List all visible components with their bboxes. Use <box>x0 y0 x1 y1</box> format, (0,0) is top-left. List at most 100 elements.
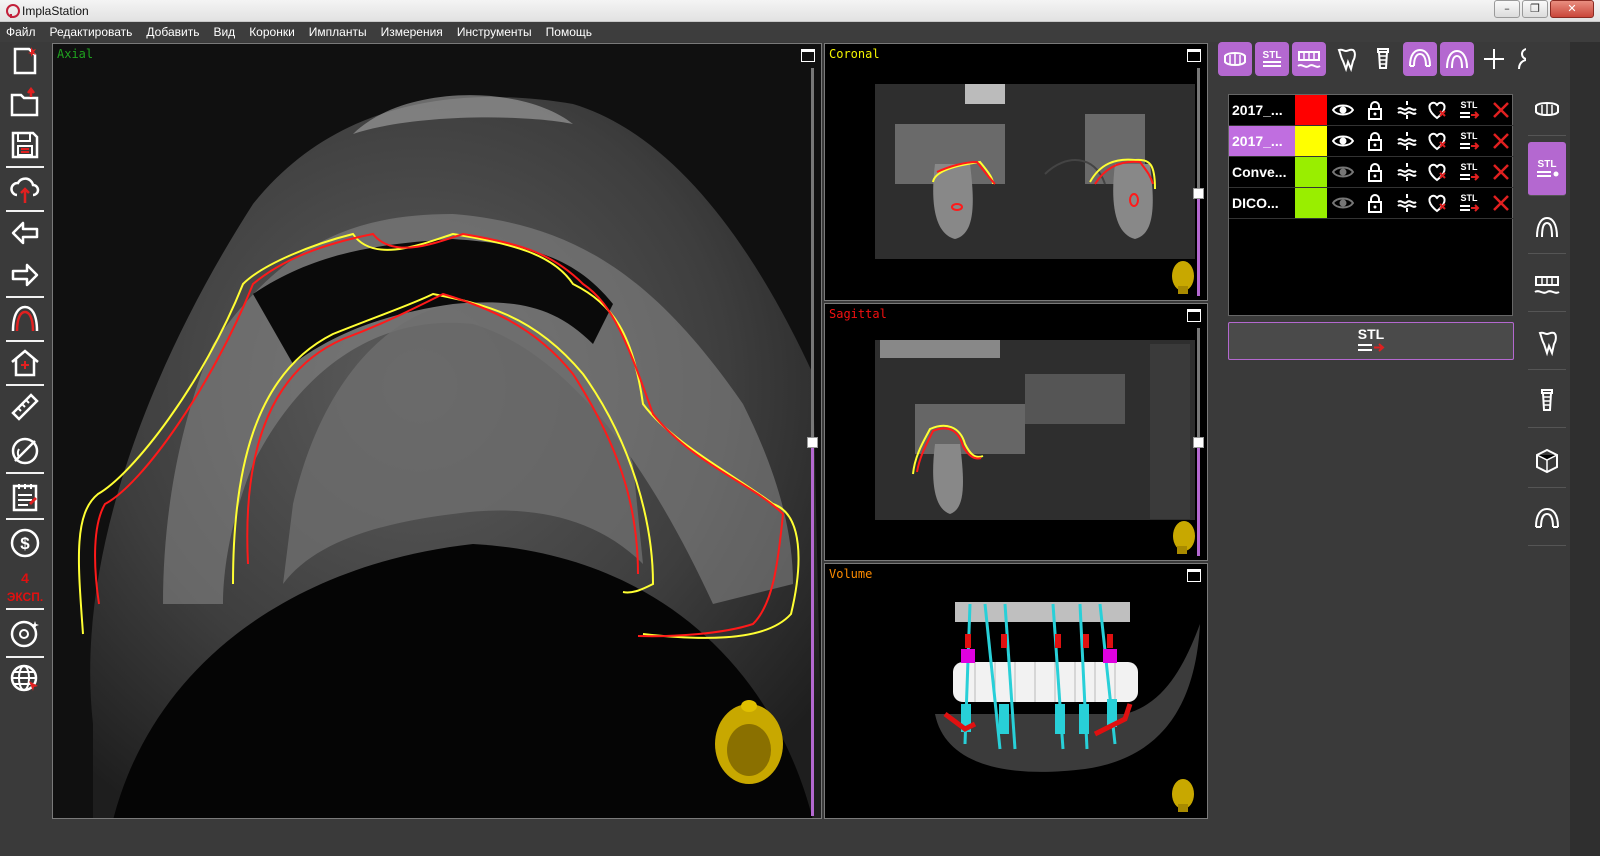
redo-button[interactable] <box>6 256 44 294</box>
visibility-toggle[interactable] <box>1329 190 1357 216</box>
new-project-button[interactable] <box>6 42 44 80</box>
tab-stl-models[interactable]: STL <box>1255 42 1289 76</box>
delete-object-button[interactable] <box>1487 159 1515 185</box>
side-tab-crown[interactable] <box>1528 316 1566 370</box>
export-stl-button[interactable]: STL <box>1455 97 1483 123</box>
arch-icon <box>1446 49 1468 69</box>
undo-button[interactable] <box>6 214 44 252</box>
minimize-button[interactable]: – <box>1494 0 1520 18</box>
coronal-viewport[interactable]: Coronal <box>824 43 1208 301</box>
tab-bite[interactable] <box>1403 42 1437 76</box>
side-tab-stl[interactable]: STL <box>1528 142 1566 196</box>
delete-object-button[interactable] <box>1487 97 1515 123</box>
web-button[interactable] <box>6 660 44 698</box>
lock-toggle[interactable] <box>1361 159 1389 185</box>
reset-view-button[interactable] <box>6 344 44 382</box>
object-row[interactable]: DICO... STL <box>1229 188 1514 219</box>
visibility-toggle[interactable] <box>1329 128 1357 154</box>
surface-settings-button[interactable] <box>1393 97 1421 123</box>
angle-measure-button[interactable] <box>6 432 44 470</box>
disc-export-button[interactable] <box>6 614 44 652</box>
favorite-button[interactable] <box>1423 97 1451 123</box>
menu-file[interactable]: Файл <box>6 25 36 39</box>
menu-view[interactable]: Вид <box>213 25 235 39</box>
globe-icon <box>10 664 38 692</box>
tab-add-object[interactable] <box>1477 42 1511 76</box>
menu-crowns[interactable]: Коронки <box>249 25 295 39</box>
sagittal-maximize-button[interactable] <box>1187 309 1201 322</box>
volume-viewport[interactable]: Volume <box>824 563 1208 819</box>
ruler-button[interactable] <box>6 388 44 426</box>
object-row[interactable]: 2017_... STL <box>1229 126 1514 157</box>
sagittal-slider-handle[interactable] <box>1193 437 1204 448</box>
tab-crowns[interactable] <box>1329 42 1363 76</box>
side-tab-teeth[interactable] <box>1528 82 1566 136</box>
tab-arch[interactable] <box>1440 42 1474 76</box>
cloud-upload-button[interactable] <box>6 170 44 208</box>
lock-toggle[interactable] <box>1361 97 1389 123</box>
sagittal-viewport[interactable]: Sagittal <box>824 303 1208 561</box>
report-button[interactable] <box>6 478 44 516</box>
panoramic-curve-button[interactable] <box>6 300 44 338</box>
export-stl-button[interactable]: STL <box>1455 128 1483 154</box>
delete-object-button[interactable] <box>1487 190 1515 216</box>
menu-add[interactable]: Добавить <box>146 25 199 39</box>
save-project-button[interactable] <box>6 126 44 164</box>
export-label[interactable]: ЭКСП. <box>0 590 50 604</box>
menu-edit[interactable]: Редактировать <box>50 25 133 39</box>
tab-teeth-scan[interactable] <box>1218 42 1252 76</box>
object-color-swatch[interactable] <box>1295 188 1327 218</box>
object-name[interactable]: 2017_... <box>1229 126 1295 156</box>
menu-help[interactable]: Помощь <box>546 25 592 39</box>
axial-slice-slider[interactable] <box>807 68 818 816</box>
export-stl-button[interactable]: STL <box>1455 190 1483 216</box>
close-button[interactable]: ✕ <box>1550 0 1594 18</box>
app-logo-icon <box>5 3 20 18</box>
object-color-swatch[interactable] <box>1295 157 1327 187</box>
object-name[interactable]: DICO... <box>1229 188 1295 218</box>
open-project-button[interactable] <box>6 84 44 122</box>
import-stl-button[interactable]: STL <box>1228 322 1514 360</box>
coronal-slice-slider[interactable] <box>1193 68 1204 296</box>
toolbar-separator <box>6 340 44 342</box>
volume-maximize-button[interactable] <box>1187 569 1201 582</box>
object-color-swatch[interactable] <box>1295 126 1327 156</box>
axial-maximize-button[interactable] <box>801 49 815 62</box>
app-window: ImplaStation – ❐ ✕ Файл Редактировать До… <box>0 0 1600 856</box>
visibility-toggle[interactable] <box>1329 97 1357 123</box>
favorite-button[interactable] <box>1423 190 1451 216</box>
axial-slider-handle[interactable] <box>807 437 818 448</box>
axial-view-label: Axial <box>57 47 94 61</box>
surface-settings-button[interactable] <box>1393 159 1421 185</box>
object-name[interactable]: 2017_... <box>1229 95 1295 125</box>
surface-settings-button[interactable] <box>1393 128 1421 154</box>
axial-viewport[interactable]: Axial <box>52 43 822 819</box>
side-tab-gum[interactable] <box>1528 258 1566 312</box>
side-tab-bite[interactable] <box>1528 492 1566 546</box>
menu-implants[interactable]: Импланты <box>309 25 367 39</box>
coronal-slider-handle[interactable] <box>1193 188 1204 200</box>
side-tab-implant[interactable] <box>1528 374 1566 428</box>
delete-object-button[interactable] <box>1487 128 1515 154</box>
object-name[interactable]: Conve... <box>1229 157 1295 187</box>
restore-button[interactable]: ❐ <box>1522 0 1548 18</box>
menu-tools[interactable]: Инструменты <box>457 25 532 39</box>
lock-toggle[interactable] <box>1361 128 1389 154</box>
lock-toggle[interactable] <box>1361 190 1389 216</box>
menu-measurements[interactable]: Измерения <box>381 25 443 39</box>
favorite-button[interactable] <box>1423 128 1451 154</box>
visibility-toggle[interactable] <box>1329 159 1357 185</box>
object-color-swatch[interactable] <box>1295 95 1327 125</box>
export-stl-button[interactable]: STL <box>1455 159 1483 185</box>
surface-settings-button[interactable] <box>1393 190 1421 216</box>
favorite-button[interactable] <box>1423 159 1451 185</box>
tab-implants[interactable] <box>1366 42 1400 76</box>
object-row[interactable]: Conve... STL <box>1229 157 1514 188</box>
coronal-maximize-button[interactable] <box>1187 49 1201 62</box>
side-tab-3d[interactable] <box>1528 434 1566 488</box>
side-tab-arch[interactable] <box>1528 200 1566 254</box>
object-row[interactable]: 2017_... STL <box>1229 95 1514 126</box>
price-button[interactable]: $ <box>6 524 44 562</box>
sagittal-slice-slider[interactable] <box>1193 328 1204 556</box>
tab-gum-line[interactable] <box>1292 42 1326 76</box>
